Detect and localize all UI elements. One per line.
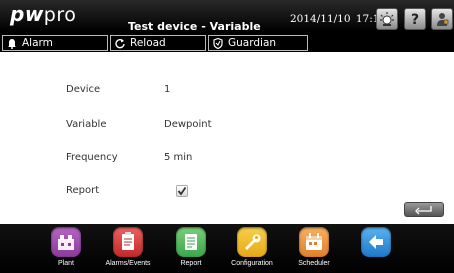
user-icon — [437, 13, 449, 26]
tab-reload[interactable]: Reload — [110, 35, 206, 51]
tab-alarm-label: Alarm — [22, 37, 53, 49]
app-logo: pwpro — [10, 2, 76, 26]
reload-icon — [115, 38, 125, 48]
device-value: 1 — [164, 84, 171, 95]
help-button[interactable]: ? — [404, 8, 426, 30]
main-content: Device 1 Variable Dewpoint Frequency 5 m… — [0, 52, 454, 224]
header-bar: pwpro Test device - Variable 2014/11/10 … — [0, 0, 454, 52]
device-label: Device — [66, 84, 101, 95]
report-icon — [176, 227, 206, 257]
tab-alarm[interactable]: Alarm — [2, 35, 108, 51]
enter-arrow-icon — [415, 205, 432, 214]
user-button[interactable] — [431, 8, 453, 30]
alarm-clipboard-icon — [113, 227, 143, 257]
plant-icon — [51, 227, 81, 257]
checkmark-icon — [177, 186, 187, 196]
svg-text:?: ? — [411, 12, 419, 27]
logo-rest-text: pro — [43, 4, 77, 26]
shield-icon — [213, 37, 223, 49]
wrench-icon — [237, 227, 267, 257]
logo-main-text: pw — [10, 2, 44, 26]
tab-bar: Alarm Reload Guardian — [0, 35, 454, 51]
frequency-value: 5 min — [164, 152, 193, 163]
nav-back-button[interactable] — [340, 224, 412, 273]
help-icon: ? — [411, 12, 419, 27]
nav-alarms-events-label: Alarms/Events — [105, 260, 151, 267]
alarm-light-icon — [380, 12, 394, 26]
date-text: 2014/11/10 — [290, 13, 351, 25]
footer-nav: Plant Alarms/Events Report Configuration… — [0, 224, 454, 273]
alarm-light-button[interactable] — [376, 8, 398, 30]
tab-reload-label: Reload — [130, 37, 166, 49]
bell-icon — [8, 38, 16, 49]
variable-value: Dewpoint — [164, 119, 212, 130]
enter-button[interactable] — [404, 202, 444, 217]
tab-guardian[interactable]: Guardian — [208, 35, 308, 51]
report-label: Report — [66, 185, 100, 196]
variable-label: Variable — [66, 119, 107, 130]
frequency-label: Frequency — [66, 152, 118, 163]
calendar-icon — [299, 227, 329, 257]
tab-guardian-label: Guardian — [228, 37, 277, 49]
report-checkbox[interactable] — [176, 185, 188, 197]
nav-alarms-events[interactable]: Alarms/Events — [92, 224, 164, 273]
datetime-display: 2014/11/10 17:12 — [290, 13, 386, 25]
back-arrow-icon — [361, 227, 391, 257]
